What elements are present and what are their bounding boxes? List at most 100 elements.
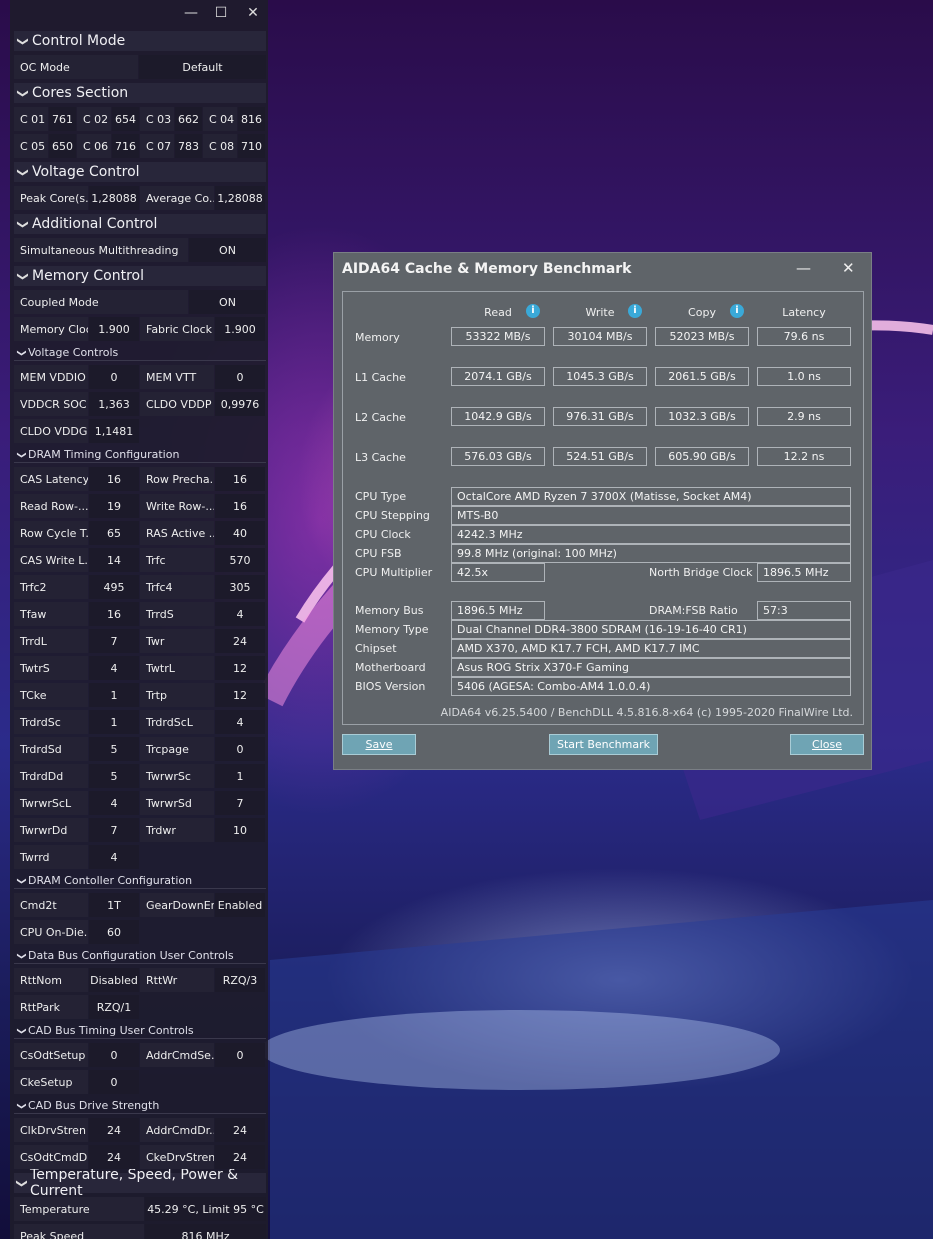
section-header[interactable]: ❯ Memory Control: [14, 266, 266, 286]
subsection-header[interactable]: ❯ CAD Bus Timing User Controls: [14, 1023, 266, 1039]
section-header[interactable]: ❯ Additional Control: [14, 214, 266, 234]
setting-label: CLDO VDDG: [14, 419, 88, 443]
setting-label: Trfc2: [14, 575, 88, 599]
setting-value[interactable]: 7: [89, 629, 139, 653]
setting-value[interactable]: 0: [89, 1043, 139, 1067]
info-icon[interactable]: i: [628, 304, 642, 318]
setting-value[interactable]: 1.900: [215, 317, 265, 341]
row-label: L1 Cache: [355, 371, 406, 384]
setting-value[interactable]: Disabled: [89, 968, 139, 992]
start-benchmark-button[interactable]: Start Benchmark: [549, 734, 658, 755]
setting-value[interactable]: 16: [89, 467, 139, 491]
setting-value[interactable]: 710: [238, 134, 265, 158]
setting-label: TwtrL: [140, 656, 214, 680]
setting-label: TwtrS: [14, 656, 88, 680]
close-icon[interactable]: ✕: [246, 6, 260, 20]
save-button[interactable]: Save: [342, 734, 416, 755]
setting-value[interactable]: 0: [215, 737, 265, 761]
minimize-icon[interactable]: —: [184, 6, 198, 20]
setting-label: CkeSetup: [14, 1070, 88, 1094]
setting-value[interactable]: 60: [89, 920, 139, 944]
setting-value[interactable]: 45.29 °C, Limit 95 °C: [145, 1197, 266, 1221]
setting-value[interactable]: 716: [112, 134, 139, 158]
setting-value[interactable]: 0,9976: [215, 392, 265, 416]
close-icon[interactable]: ✕: [842, 259, 855, 277]
setting-value[interactable]: 24: [215, 629, 265, 653]
setting-value[interactable]: 1,28088: [89, 186, 139, 210]
setting-value[interactable]: 783: [175, 134, 202, 158]
setting-value[interactable]: 1,1481: [89, 419, 139, 443]
setting-value[interactable]: 7: [89, 818, 139, 842]
section-title: Voltage Control: [32, 164, 140, 180]
setting-value[interactable]: 1: [89, 683, 139, 707]
subsection-header[interactable]: ❯ Data Bus Configuration User Controls: [14, 948, 266, 964]
setting-value[interactable]: Default: [139, 55, 266, 79]
setting-label: CLDO VDDP: [140, 392, 214, 416]
setting-value[interactable]: 16: [215, 467, 265, 491]
setting-value[interactable]: 65: [89, 521, 139, 545]
setting-value[interactable]: ON: [189, 290, 266, 314]
setting-value[interactable]: 5: [89, 764, 139, 788]
setting-value[interactable]: 654: [112, 107, 139, 131]
setting-value[interactable]: 1,363: [89, 392, 139, 416]
setting-value[interactable]: 0: [89, 1070, 139, 1094]
setting-value[interactable]: 662: [175, 107, 202, 131]
setting-value[interactable]: 24: [215, 1145, 265, 1169]
setting-value[interactable]: 24: [215, 1118, 265, 1142]
minimize-icon[interactable]: —: [796, 259, 811, 277]
info-icon[interactable]: i: [730, 304, 744, 318]
setting-value[interactable]: 16: [215, 494, 265, 518]
setting-value[interactable]: 1: [215, 764, 265, 788]
setting-value[interactable]: 5: [89, 737, 139, 761]
subsection-header[interactable]: ❯ DRAM Contoller Configuration: [14, 873, 266, 889]
setting-value[interactable]: RZQ/3: [215, 968, 265, 992]
maximize-icon[interactable]: ☐: [214, 6, 228, 20]
setting-value[interactable]: 4: [89, 845, 139, 869]
section-header[interactable]: ❯ Control Mode: [14, 31, 266, 51]
setting-value[interactable]: 12: [215, 683, 265, 707]
setting-value[interactable]: 495: [89, 575, 139, 599]
setting-value[interactable]: 816 MHz: [145, 1224, 266, 1239]
setting-value[interactable]: 0: [89, 365, 139, 389]
close-button[interactable]: Close: [790, 734, 864, 755]
setting-value[interactable]: 40: [215, 521, 265, 545]
setting-value[interactable]: 761: [49, 107, 76, 131]
setting-value[interactable]: 4: [215, 602, 265, 626]
section-header[interactable]: ❯ Cores Section: [14, 83, 266, 103]
setting-value[interactable]: Enabled: [215, 893, 265, 917]
aida64-benchmark-window: AIDA64 Cache & Memory Benchmark — ✕ Read…: [333, 252, 872, 770]
setting-value[interactable]: 14: [89, 548, 139, 572]
setting-value[interactable]: 12: [215, 656, 265, 680]
setting-value[interactable]: 24: [89, 1145, 139, 1169]
setting-value[interactable]: ON: [189, 238, 266, 262]
setting-value[interactable]: 0: [215, 365, 265, 389]
setting-value[interactable]: 4: [89, 791, 139, 815]
subsection-header[interactable]: ❯ Voltage Controls: [14, 345, 266, 361]
setting-value[interactable]: 24: [89, 1118, 139, 1142]
setting-value[interactable]: 1,28088: [215, 186, 265, 210]
setting-value[interactable]: RZQ/1: [89, 995, 139, 1019]
setting-value[interactable]: 4: [215, 710, 265, 734]
info-icon[interactable]: i: [526, 304, 540, 318]
section-header[interactable]: ❯ Voltage Control: [14, 162, 266, 182]
setting-value[interactable]: 650: [49, 134, 76, 158]
setting-value[interactable]: 305: [215, 575, 265, 599]
subsection-header[interactable]: ❯ DRAM Timing Configuration: [14, 447, 266, 463]
setting-value[interactable]: 10: [215, 818, 265, 842]
section-header[interactable]: ❯ Temperature, Speed, Power & Current: [14, 1167, 266, 1199]
setting-label: TrdrdSd: [14, 737, 88, 761]
setting-value[interactable]: 19: [89, 494, 139, 518]
setting-value[interactable]: 1.900: [89, 317, 139, 341]
setting-value[interactable]: 1T: [89, 893, 139, 917]
setting-label: C 04: [203, 107, 237, 131]
setting-value[interactable]: 1: [89, 710, 139, 734]
setting-label: Trdwr: [140, 818, 214, 842]
subsection-header[interactable]: ❯ CAD Bus Drive Strength: [14, 1098, 266, 1114]
setting-value[interactable]: 0: [215, 1043, 265, 1067]
setting-value[interactable]: 570: [215, 548, 265, 572]
setting-value[interactable]: 16: [89, 602, 139, 626]
setting-value[interactable]: 7: [215, 791, 265, 815]
setting-value[interactable]: 816: [238, 107, 265, 131]
window-title: AIDA64 Cache & Memory Benchmark: [342, 261, 632, 277]
setting-value[interactable]: 4: [89, 656, 139, 680]
